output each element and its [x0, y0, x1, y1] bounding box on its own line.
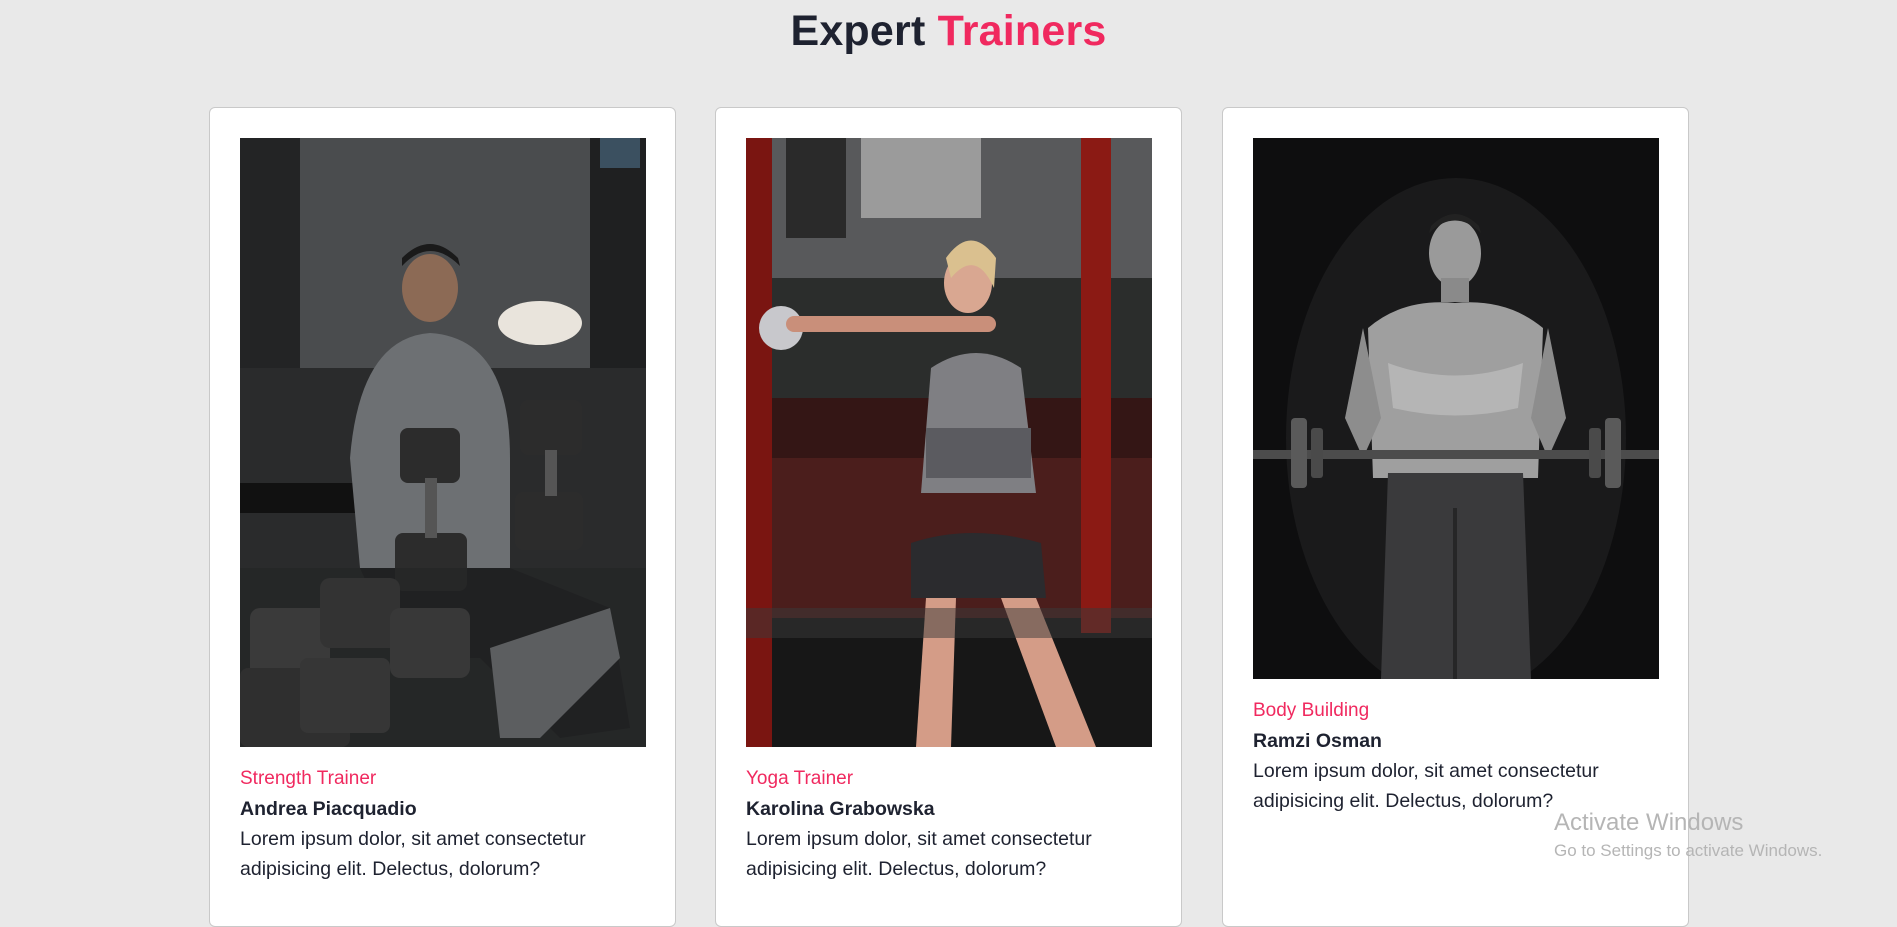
- trainer-role: Strength Trainer: [240, 768, 377, 789]
- trainer-info-3: Body Building Ramzi Osman Lorem ipsum do…: [1253, 696, 1659, 816]
- trainer-card-1: Strength Trainer Andrea Piacquadio Lorem…: [209, 107, 676, 927]
- trainer-info-2: Yoga Trainer Karolina Grabowska Lorem ip…: [746, 764, 1152, 884]
- trainer-role: Body Building: [1253, 700, 1370, 721]
- trainer-role: Yoga Trainer: [746, 768, 854, 789]
- trainer-description: Lorem ipsum dolor, sit amet consectetur …: [240, 828, 586, 880]
- trainer-info-1: Strength Trainer Andrea Piacquadio Lorem…: [240, 764, 646, 884]
- trainer-name: Karolina Grabowska: [746, 798, 935, 820]
- trainer-card-3: Body Building Ramzi Osman Lorem ipsum do…: [1222, 107, 1689, 927]
- section-title: Expert Trainers: [0, 6, 1897, 58]
- section-title-part2: Trainers: [937, 7, 1107, 55]
- trainer-photo-1: [240, 138, 646, 747]
- trainer-description: Lorem ipsum dolor, sit amet consectetur …: [746, 828, 1092, 880]
- trainer-name: Ramzi Osman: [1253, 730, 1382, 752]
- trainer-card-2: Yoga Trainer Karolina Grabowska Lorem ip…: [715, 107, 1182, 927]
- trainer-name: Andrea Piacquadio: [240, 798, 417, 820]
- section-title-part1: Expert: [790, 7, 926, 55]
- trainer-description: Lorem ipsum dolor, sit amet consectetur …: [1253, 760, 1599, 812]
- trainer-photo-2: [746, 138, 1152, 747]
- trainer-photo-3: [1253, 138, 1659, 679]
